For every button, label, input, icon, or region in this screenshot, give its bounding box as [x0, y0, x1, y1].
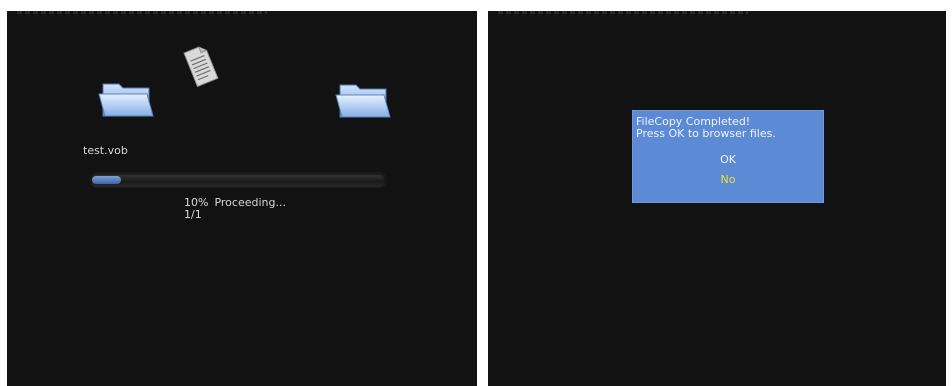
destination-folder-icon: [335, 84, 391, 118]
top-decoration: [17, 11, 267, 14]
document-icon: [183, 46, 219, 88]
copy-complete-screen: FileCopy Completed! Press OK to browser …: [488, 11, 946, 386]
completion-dialog: FileCopy Completed! Press OK to browser …: [632, 110, 824, 203]
source-folder-icon: [98, 83, 154, 117]
ok-option[interactable]: OK: [633, 153, 823, 166]
progress-status-text: Proceeding...: [214, 196, 286, 209]
copy-progress-bar: [90, 173, 386, 187]
top-decoration: [498, 11, 748, 14]
progress-status: 10% Proceeding... 1/1: [184, 197, 292, 221]
no-option[interactable]: No: [633, 173, 823, 186]
dialog-message-line2: Press OK to browser files.: [636, 127, 776, 140]
progress-fill: [92, 176, 122, 184]
copy-filename: test.vob: [83, 144, 128, 157]
copy-progress-screen: test.vob 10% Proceeding... 1/1: [7, 11, 477, 386]
file-count: 1/1: [184, 208, 202, 221]
